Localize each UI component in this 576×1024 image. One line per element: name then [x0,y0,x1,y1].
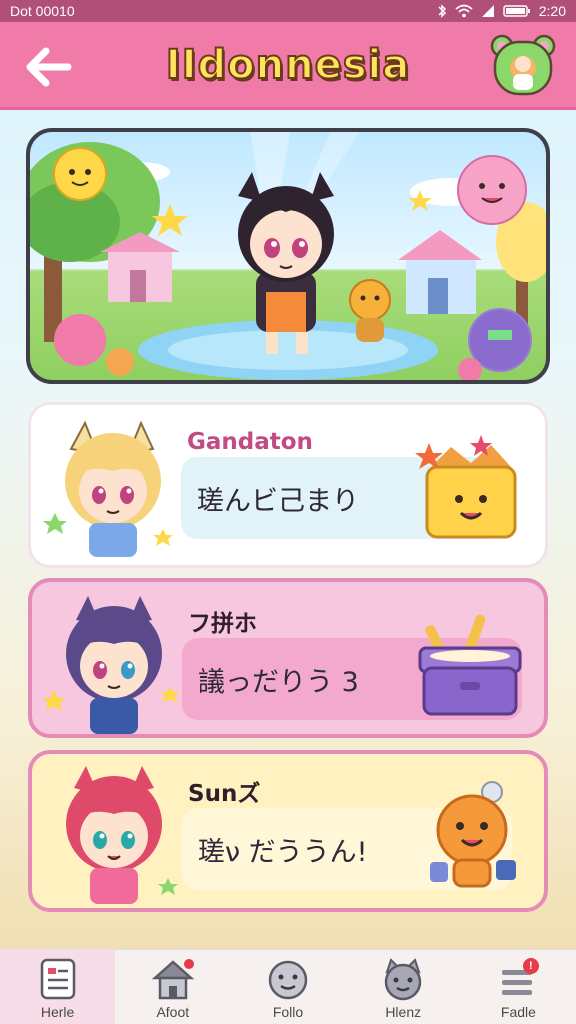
signal-icon [481,5,494,17]
arrow-left-icon [26,47,72,87]
status-left-text: Dot 00010 [10,3,75,19]
status-bar: Dot 00010 2:20 [0,0,576,22]
bluetooth-icon [438,4,446,18]
nav-item-hlenz[interactable]: Hlenz [346,950,461,1024]
cat-face-icon [384,958,422,1001]
face-icon [268,960,308,1000]
app-header: IIdonnesia [0,22,576,110]
bear-avatar-icon [490,34,556,96]
character-card-1[interactable]: Gandaton 瑳んビ己まり [28,402,548,568]
back-button[interactable] [20,42,76,92]
card-name: フ拼ホ [188,611,257,637]
wifi-icon [455,4,473,18]
character-card-3[interactable]: Sunズ 瑳ν だううん! [28,750,548,912]
gift-box-icon [411,427,531,547]
red-hair-character-avatar [44,762,194,912]
profile-avatar-button[interactable] [490,34,556,98]
purple-hair-character-avatar [42,590,194,740]
nav-item-fadle[interactable]: ! Fadle [461,950,576,1024]
house-icon [151,959,195,1000]
status-time: 2:20 [538,3,566,19]
cooler-box-icon [410,604,530,724]
orange-mascot-icon [410,776,530,896]
page-title: IIdonnesia [165,41,411,89]
card-name: Gandaton [187,429,313,455]
nav-item-herle[interactable]: Herle [0,950,116,1024]
nav-item-follo[interactable]: Follo [230,950,345,1024]
card-name: Sunズ [188,781,261,807]
nav-item-afoot[interactable]: Afoot [115,950,230,1024]
blonde-character-avatar [43,413,193,563]
nav-label: Follo [272,1004,304,1020]
bottom-navigation: Herle Afoot Follo Hlenz ! Fadle [0,948,576,1024]
nav-label: Herle [40,1004,75,1020]
battery-icon [503,5,530,17]
document-icon [40,958,75,1000]
hero-banner-illustration [26,128,550,384]
status-icons: 2:20 [437,3,566,19]
notification-badge: ! [522,958,539,974]
nav-label: Fadle [500,1004,536,1020]
character-card-2[interactable]: フ拼ホ 議っだりう 3 [28,578,548,738]
nav-label: Hlenz [385,1004,422,1020]
nav-label: Afoot [156,1004,190,1020]
